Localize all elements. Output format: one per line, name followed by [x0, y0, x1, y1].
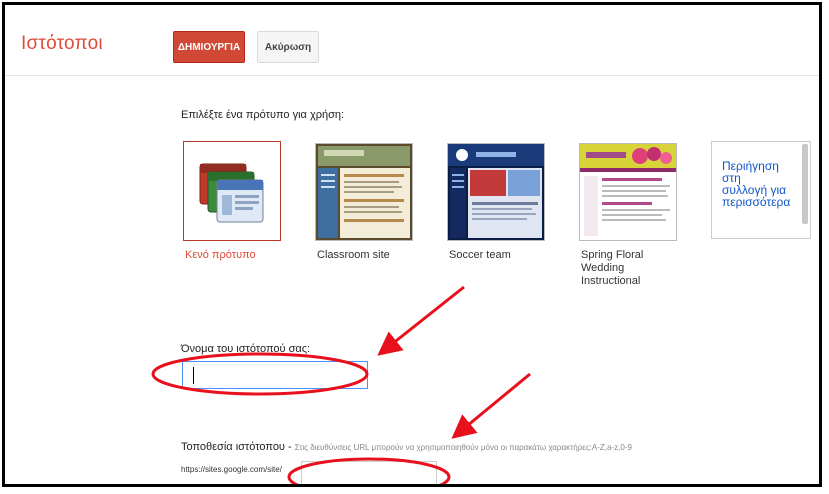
cancel-button[interactable]: Ακύρωση	[257, 31, 319, 63]
template-label-blank[interactable]: Κενό πρότυπο	[185, 249, 285, 262]
create-button[interactable]: ΔΗΜΙΟΥΡΓΙΑ	[173, 31, 245, 63]
site-url-prefix: https://sites.google.com/site/	[181, 465, 282, 474]
site-location-title: Τοποθεσία ιστότοπου -	[181, 441, 292, 453]
classroom-thumbnail-icon	[316, 144, 412, 240]
text-caret	[193, 367, 194, 384]
blank-template-icon	[199, 163, 264, 223]
annotation-arrow-url	[451, 372, 531, 439]
annotation-arrow-name	[377, 285, 465, 356]
header: Ιστότοποι ΔΗΜΙΟΥΡΓΙΑ Ακύρωση	[5, 5, 819, 76]
site-location-hint: Στις διευθύνσεις URL μπορούν να χρησιμοπ…	[294, 443, 632, 452]
app-title: Ιστότοποι	[21, 33, 103, 54]
template-classroom[interactable]	[315, 143, 413, 241]
site-url-input[interactable]	[301, 461, 437, 484]
browse-gallery-label: Περιήγηση στη συλλογή για περισσότερα	[722, 159, 791, 209]
browse-scrollbar[interactable]	[802, 144, 808, 224]
site-name-input[interactable]	[182, 361, 368, 389]
template-wedding[interactable]	[579, 143, 677, 241]
template-label-wedding[interactable]: Spring Floral Wedding Instructional	[581, 249, 681, 288]
screenshot-frame: Ιστότοποι ΔΗΜΙΟΥΡΓΙΑ Ακύρωση Επιλέξτε έν…	[2, 2, 822, 487]
soccer-thumbnail-icon	[448, 144, 544, 240]
site-location-label: Τοποθεσία ιστότοπου - Στις διευθύνσεις UR…	[181, 441, 632, 453]
template-label-classroom[interactable]: Classroom site	[317, 249, 417, 262]
browse-gallery-link[interactable]: Περιήγηση στη συλλογή για περισσότερα	[711, 141, 811, 239]
template-soccer[interactable]	[447, 143, 545, 241]
template-label-soccer[interactable]: Soccer team	[449, 249, 549, 262]
site-name-label: Όνομα του ιστότοπού σας:	[181, 343, 311, 355]
template-blank[interactable]	[183, 141, 281, 241]
wedding-thumbnail-icon	[580, 144, 676, 240]
template-prompt: Επιλέξτε ένα πρότυπο για χρήση:	[181, 109, 345, 121]
